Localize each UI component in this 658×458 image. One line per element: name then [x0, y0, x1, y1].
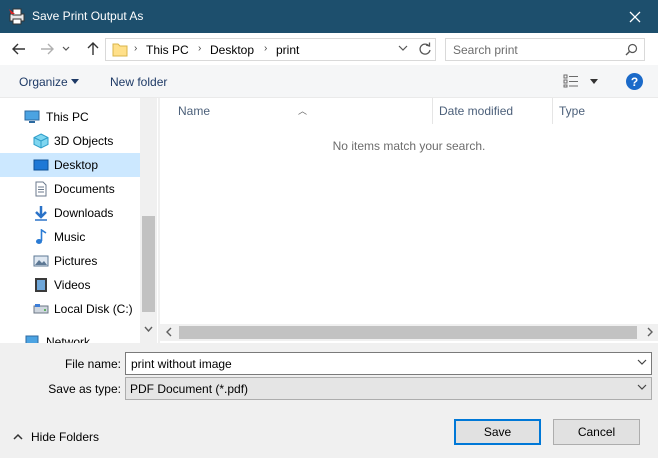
sidebar-item-videos[interactable]: Videos: [0, 273, 140, 297]
sidebar-item-pictures[interactable]: Pictures: [0, 249, 140, 273]
column-label: Date modified: [439, 104, 514, 118]
file-name-value: print without image: [131, 357, 232, 371]
help-icon: ?: [630, 74, 639, 89]
save-button[interactable]: Save: [454, 419, 541, 445]
new-folder-button[interactable]: New folder: [110, 75, 167, 89]
chevron-down-icon[interactable]: [637, 359, 647, 366]
search-input[interactable]: Search print: [445, 38, 645, 61]
up-button[interactable]: [84, 40, 102, 58]
sidebar-item-label: This PC: [46, 110, 89, 124]
breadcrumb-print[interactable]: print: [276, 43, 299, 57]
chevron-right-icon: ›: [198, 43, 202, 54]
sidebar-item-network[interactable]: Network: [0, 330, 140, 343]
recent-locations-button[interactable]: [57, 40, 75, 58]
column-header-date-modified[interactable]: Date modified: [433, 98, 551, 124]
chevron-right-icon: ›: [134, 43, 138, 54]
chevron-down-icon[interactable]: [590, 79, 598, 84]
sidebar-item-label: Network: [46, 335, 91, 343]
sidebar-item-label: Desktop: [54, 158, 99, 172]
view-options-icon[interactable]: [563, 74, 579, 88]
command-toolbar: Organize New folder ?: [0, 65, 658, 98]
desktop-icon: [33, 159, 49, 171]
sidebar-item-local-disk[interactable]: Local Disk (C:): [0, 297, 140, 321]
cancel-button[interactable]: Cancel: [553, 419, 640, 445]
sort-ascending-icon: ︿: [298, 106, 308, 116]
cancel-label: Cancel: [577, 425, 616, 439]
documents-icon: [35, 181, 47, 197]
sidebar-item-label: Pictures: [54, 254, 98, 268]
back-arrow-icon: [12, 43, 25, 55]
file-list-scrollbar[interactable]: [160, 324, 658, 341]
column-label: Type: [559, 104, 586, 118]
file-list: ︿ Name Date modified Type No items match…: [160, 98, 658, 343]
breadcrumb-this-pc[interactable]: This PC: [146, 43, 189, 57]
sidebar-item-label: Videos: [54, 278, 91, 292]
3d-objects-icon: [33, 133, 49, 149]
file-name-input[interactable]: print without image: [125, 352, 652, 375]
scrollbar-thumb[interactable]: [179, 326, 637, 339]
save-as-type-label: Save as type:: [48, 382, 121, 396]
downloads-icon: [35, 206, 47, 221]
help-button[interactable]: ?: [626, 73, 643, 90]
chevron-down-icon: [71, 79, 79, 84]
save-label: Save: [483, 425, 512, 439]
local-disk-icon: [33, 304, 49, 314]
sidebar-item-label: Documents: [54, 182, 115, 196]
chevron-right-icon[interactable]: [647, 326, 654, 338]
hide-folders-label: Hide Folders: [31, 430, 100, 444]
sidebar-scrollbar[interactable]: [140, 98, 157, 343]
save-as-type-value: PDF Document (*.pdf): [130, 382, 249, 396]
sidebar-item-music[interactable]: Music: [0, 225, 140, 249]
computer-icon: [24, 110, 40, 123]
sidebar-item-3d-objects[interactable]: 3D Objects: [0, 129, 140, 153]
forward-arrow-icon: [41, 43, 54, 55]
close-icon: [629, 11, 641, 22]
navigation-pane: This PC 3D Objects Desktop Documents Dow…: [0, 98, 158, 343]
sidebar-item-label: Local Disk (C:): [54, 302, 133, 316]
address-bar[interactable]: › This PC › Desktop › print: [105, 38, 436, 61]
window-title: Save Print Output As: [32, 9, 144, 23]
pictures-icon: [33, 255, 49, 267]
search-icon: [625, 43, 638, 56]
close-button[interactable]: [612, 0, 658, 33]
title-bar: Save Print Output As: [0, 0, 658, 33]
save-as-type-select[interactable]: PDF Document (*.pdf): [125, 377, 652, 400]
scrollbar-thumb[interactable]: [142, 216, 155, 312]
printer-app-icon: [9, 8, 25, 25]
column-header-name[interactable]: ︿ Name: [160, 98, 432, 124]
organize-button[interactable]: Organize: [19, 75, 68, 89]
chevron-down-icon: [637, 384, 647, 390]
file-name-label: File name:: [64, 357, 121, 371]
videos-icon: [35, 278, 47, 292]
forward-button[interactable]: [38, 40, 56, 58]
chevron-down-icon[interactable]: [144, 326, 153, 332]
column-header-type[interactable]: Type: [553, 98, 658, 124]
refresh-icon[interactable]: [418, 42, 432, 56]
chevron-left-icon[interactable]: [165, 326, 172, 338]
chevron-right-icon: ›: [264, 43, 268, 54]
music-icon: [36, 229, 47, 244]
up-arrow-icon: [87, 42, 99, 55]
sidebar-item-documents[interactable]: Documents: [0, 177, 140, 201]
sidebar-item-label: 3D Objects: [54, 134, 114, 148]
sidebar-item-label: Music: [54, 230, 86, 244]
chevron-up-icon: [13, 433, 23, 440]
folder-icon: [112, 43, 128, 57]
navigation-bar: › This PC › Desktop › print Search print: [0, 33, 658, 65]
breadcrumb-desktop[interactable]: Desktop: [210, 43, 254, 57]
address-dropdown-icon[interactable]: [398, 44, 408, 52]
sidebar-item-this-pc[interactable]: This PC: [0, 105, 140, 129]
save-form: File name: print without image Save as t…: [0, 343, 658, 458]
sidebar-item-desktop[interactable]: Desktop: [0, 153, 140, 177]
sidebar-item-label: Downloads: [54, 206, 114, 220]
column-label: Name: [178, 104, 211, 118]
sidebar-item-downloads[interactable]: Downloads: [0, 201, 140, 225]
network-icon: [25, 335, 39, 343]
search-placeholder: Search print: [453, 43, 518, 57]
empty-message: No items match your search.: [332, 139, 486, 153]
chevron-down-icon: [62, 46, 70, 51]
back-button[interactable]: [10, 40, 28, 58]
